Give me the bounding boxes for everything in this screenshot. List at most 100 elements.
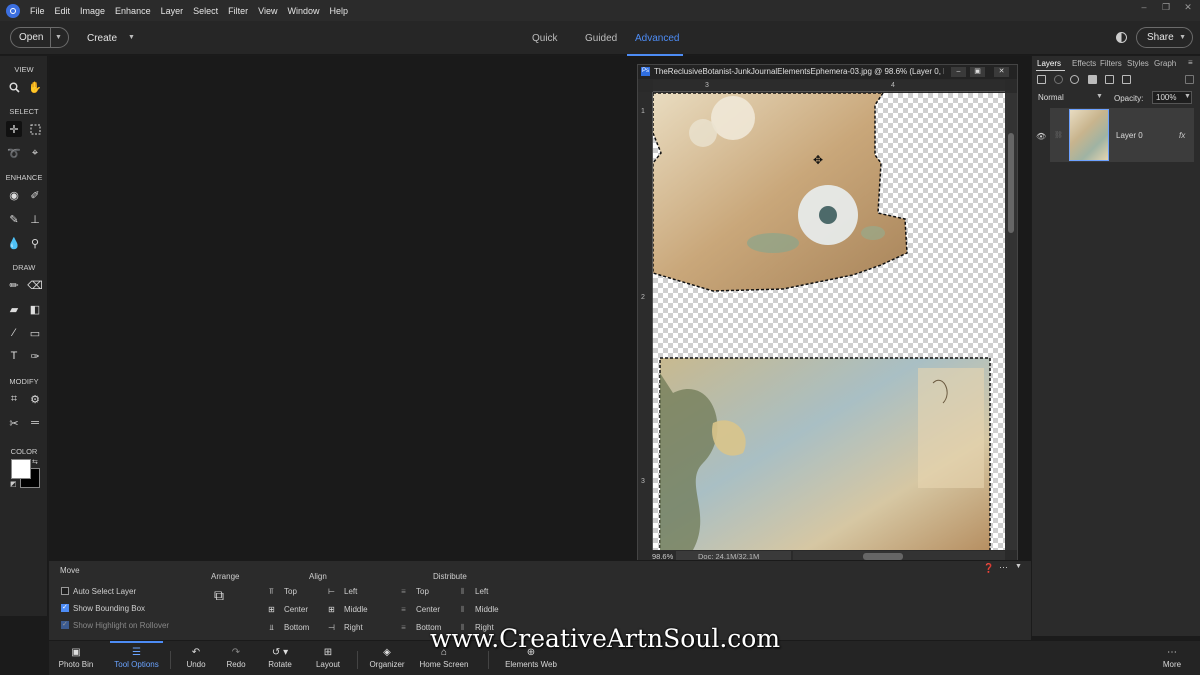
organizer-button[interactable]: ◈ Organizer xyxy=(365,641,409,675)
type-tool-icon[interactable]: T xyxy=(6,348,22,364)
chevron-down-icon[interactable]: ▼ xyxy=(128,34,135,41)
close-icon[interactable]: ✕ xyxy=(1180,2,1196,12)
tab-graph[interactable]: Graph xyxy=(1154,59,1176,68)
document-window[interactable]: Ps TheReclusiveBotanist-JunkJournalEleme… xyxy=(637,64,1018,564)
red-eye-tool-icon[interactable]: ◉ xyxy=(6,187,22,203)
distribute-top-label[interactable]: Top xyxy=(416,587,429,596)
gradient-tool-icon[interactable]: ◧ xyxy=(27,301,43,317)
distribute-bottom-icon[interactable]: ≡ xyxy=(399,623,408,632)
tool-options-button[interactable]: ☰ Tool Options xyxy=(110,641,163,675)
eraser-tool-icon[interactable]: ⌫ xyxy=(27,277,43,293)
menu-window[interactable]: Window xyxy=(287,6,319,16)
blur-tool-icon[interactable]: 💧 xyxy=(6,235,22,251)
fx-icon[interactable]: fx xyxy=(1179,131,1185,140)
layer-mask-icon[interactable] xyxy=(1088,75,1097,84)
create-button[interactable]: Create xyxy=(87,33,117,44)
chevron-down-icon[interactable]: ▼ xyxy=(1096,93,1103,100)
brush-tool-icon[interactable]: ✏ xyxy=(6,277,22,293)
bounding-box-checkbox[interactable] xyxy=(61,603,69,612)
clone-stamp-icon[interactable]: ⊥ xyxy=(27,211,43,227)
distribute-middle-icon[interactable]: ⦀ xyxy=(458,605,467,614)
distribute-center-icon[interactable]: ≡ xyxy=(399,605,408,614)
distribute-center-label[interactable]: Center xyxy=(416,605,440,614)
menu-edit[interactable]: Edit xyxy=(55,6,71,16)
theme-toggle-icon[interactable] xyxy=(1116,32,1127,43)
layer-thumbnail[interactable] xyxy=(1069,109,1109,161)
distribute-left-icon[interactable]: ⦀ xyxy=(458,587,467,596)
rotate-button[interactable]: ↺ ▾ Rotate xyxy=(261,641,299,675)
auto-select-checkbox[interactable] xyxy=(61,587,69,595)
tab-effects[interactable]: Effects xyxy=(1072,59,1096,68)
undo-button[interactable]: ↶ Undo xyxy=(179,641,213,675)
quick-selection-tool-icon[interactable]: ⌖ xyxy=(27,145,43,161)
lock-all-icon[interactable] xyxy=(1122,75,1131,84)
align-right-label[interactable]: Right xyxy=(344,623,363,632)
chevron-down-icon[interactable]: ▼ xyxy=(1015,563,1022,570)
align-right-icon[interactable]: ⊣ xyxy=(327,623,336,632)
menu-help[interactable]: Help xyxy=(329,6,348,16)
menu-file[interactable]: File xyxy=(30,6,45,16)
restore-icon[interactable]: ❐ xyxy=(1158,2,1174,12)
paint-bucket-icon[interactable]: ▰ xyxy=(6,301,22,317)
share-button[interactable]: Share ▼ xyxy=(1136,27,1193,48)
spot-healing-brush-icon[interactable]: ✐ xyxy=(27,187,43,203)
pencil-tool-icon[interactable]: ✑ xyxy=(27,348,43,364)
smart-brush-icon[interactable]: ✎ xyxy=(6,211,22,227)
help-icon[interactable]: ❓ xyxy=(983,563,994,574)
new-layer-icon[interactable] xyxy=(1037,75,1046,84)
arrange-icon[interactable]: ⧉ xyxy=(214,587,224,604)
scroll-thumb[interactable] xyxy=(1008,133,1014,233)
doc-maximize-icon[interactable]: ▣ xyxy=(970,67,985,77)
tab-layers[interactable]: Layers xyxy=(1037,59,1061,68)
chevron-down-icon[interactable]: ▼ xyxy=(51,34,62,41)
tab-styles[interactable]: Styles xyxy=(1127,59,1149,68)
menu-layer[interactable]: Layer xyxy=(161,6,184,16)
doc-minimize-icon[interactable]: – xyxy=(951,67,966,77)
new-group-icon[interactable] xyxy=(1054,75,1063,84)
marquee-tool-icon[interactable] xyxy=(27,121,43,137)
zoom-tool-icon[interactable] xyxy=(6,79,22,95)
redo-button[interactable]: ↷ Redo xyxy=(219,641,253,675)
photo-bin-button[interactable]: ▣ Photo Bin xyxy=(51,641,101,675)
hand-tool-icon[interactable]: ✋ xyxy=(27,79,43,95)
more-options-icon[interactable]: ⋯ xyxy=(999,562,1008,573)
menu-select[interactable]: Select xyxy=(193,6,218,16)
move-tool-icon[interactable]: ✛ xyxy=(6,121,22,137)
eyedropper-tool-icon[interactable]: ⁄ xyxy=(6,325,22,341)
distribute-top-icon[interactable]: ≡ xyxy=(399,587,408,596)
more-button[interactable]: ⋯ More xyxy=(1155,641,1189,675)
sponge-tool-icon[interactable]: ⚲ xyxy=(27,235,43,251)
document-titlebar[interactable]: Ps TheReclusiveBotanist-JunkJournalEleme… xyxy=(638,65,1017,79)
recompose-tool-icon[interactable]: ⚙ xyxy=(27,391,43,407)
crop-tool-icon[interactable]: ⌗ xyxy=(6,391,22,407)
mode-tab-quick[interactable]: Quick xyxy=(532,33,558,44)
default-colors-icon[interactable]: ◩ xyxy=(10,480,17,488)
align-center-label[interactable]: Center xyxy=(284,605,308,614)
menu-enhance[interactable]: Enhance xyxy=(115,6,151,16)
align-bottom-label[interactable]: Bottom xyxy=(284,623,309,632)
eye-icon[interactable]: 👁 xyxy=(1036,132,1046,141)
align-bottom-icon[interactable]: ⫫ xyxy=(267,623,276,632)
menu-filter[interactable]: Filter xyxy=(228,6,248,16)
mode-tab-guided[interactable]: Guided xyxy=(585,33,617,44)
layout-button[interactable]: ⊞ Layout xyxy=(311,641,345,675)
align-center-icon[interactable]: ⊞ xyxy=(267,605,276,614)
align-left-icon[interactable]: ⊢ xyxy=(327,587,336,596)
open-button[interactable]: Open ▼ xyxy=(10,27,69,48)
menu-view[interactable]: View xyxy=(258,6,277,16)
doc-close-icon[interactable]: ✕ xyxy=(994,67,1009,77)
lock-transparent-icon[interactable] xyxy=(1105,75,1114,84)
align-top-label[interactable]: Top xyxy=(284,587,297,596)
link-icon[interactable]: ⛓ xyxy=(1054,131,1063,139)
foreground-color-swatch[interactable] xyxy=(11,459,31,479)
align-middle-label[interactable]: Middle xyxy=(344,605,368,614)
vertical-scrollbar[interactable] xyxy=(1005,93,1017,550)
layer-name[interactable]: Layer 0 xyxy=(1116,131,1143,140)
align-left-label[interactable]: Left xyxy=(344,587,357,596)
scroll-thumb[interactable] xyxy=(863,553,903,560)
mode-tab-advanced[interactable]: Advanced xyxy=(635,33,679,44)
align-middle-icon[interactable]: ⊞ xyxy=(327,605,336,614)
menu-image[interactable]: Image xyxy=(80,6,105,16)
panel-menu-icon[interactable]: ≡ xyxy=(1188,58,1193,67)
highlight-rollover-checkbox[interactable] xyxy=(61,620,69,629)
